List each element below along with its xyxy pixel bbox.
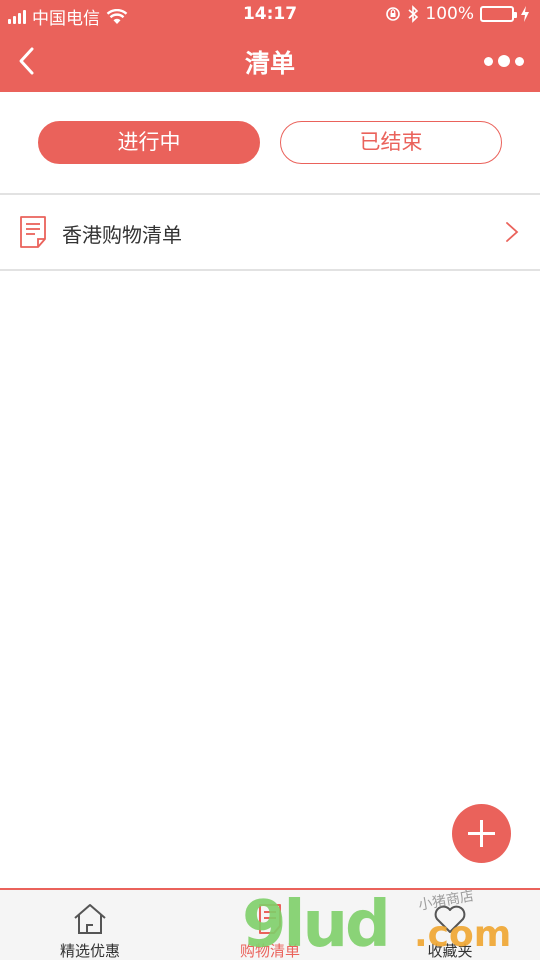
tabbar-item-label: 购物清单 <box>239 942 300 960</box>
battery-icon <box>480 6 517 22</box>
orientation-lock-icon <box>386 7 401 21</box>
status-right: 100% <box>385 4 530 24</box>
tabbar-item-favorites[interactable]: 收藏夹 <box>360 890 540 960</box>
chevron-right-icon <box>506 222 519 242</box>
bottom-tab-bar: 精选优惠 购物清单 收藏夹 <box>0 888 540 960</box>
heart-icon <box>434 905 466 933</box>
list-item-label: 香港购物清单 <box>62 223 182 247</box>
battery-percent: 100% <box>425 4 474 24</box>
status-bar: 中国电信 14:17 100% <box>0 0 540 30</box>
page-title: 清单 <box>244 49 295 78</box>
tabbar-item-shopping-list[interactable]: 购物清单 <box>180 890 360 960</box>
home-icon <box>74 904 106 934</box>
tabbar-item-deals[interactable]: 精选优惠 <box>0 890 180 960</box>
navigation-bar: 清单 <box>0 30 540 92</box>
more-dots-icon[interactable] <box>484 50 524 72</box>
tabbar-item-label: 收藏夹 <box>427 942 473 960</box>
divider <box>0 269 540 271</box>
list-icon <box>259 904 281 934</box>
tabbar-item-label: 精选优惠 <box>59 942 120 960</box>
document-icon <box>20 216 46 248</box>
charging-icon <box>521 6 529 22</box>
tab-finished[interactable]: 已结束 <box>280 121 502 164</box>
status-tabs: 进行中 已结束 <box>38 121 502 164</box>
list-item[interactable]: 香港购物清单 <box>0 195 540 270</box>
add-list-button[interactable] <box>452 804 511 863</box>
bluetooth-icon <box>408 5 419 23</box>
tab-in-progress[interactable]: 进行中 <box>38 121 260 164</box>
